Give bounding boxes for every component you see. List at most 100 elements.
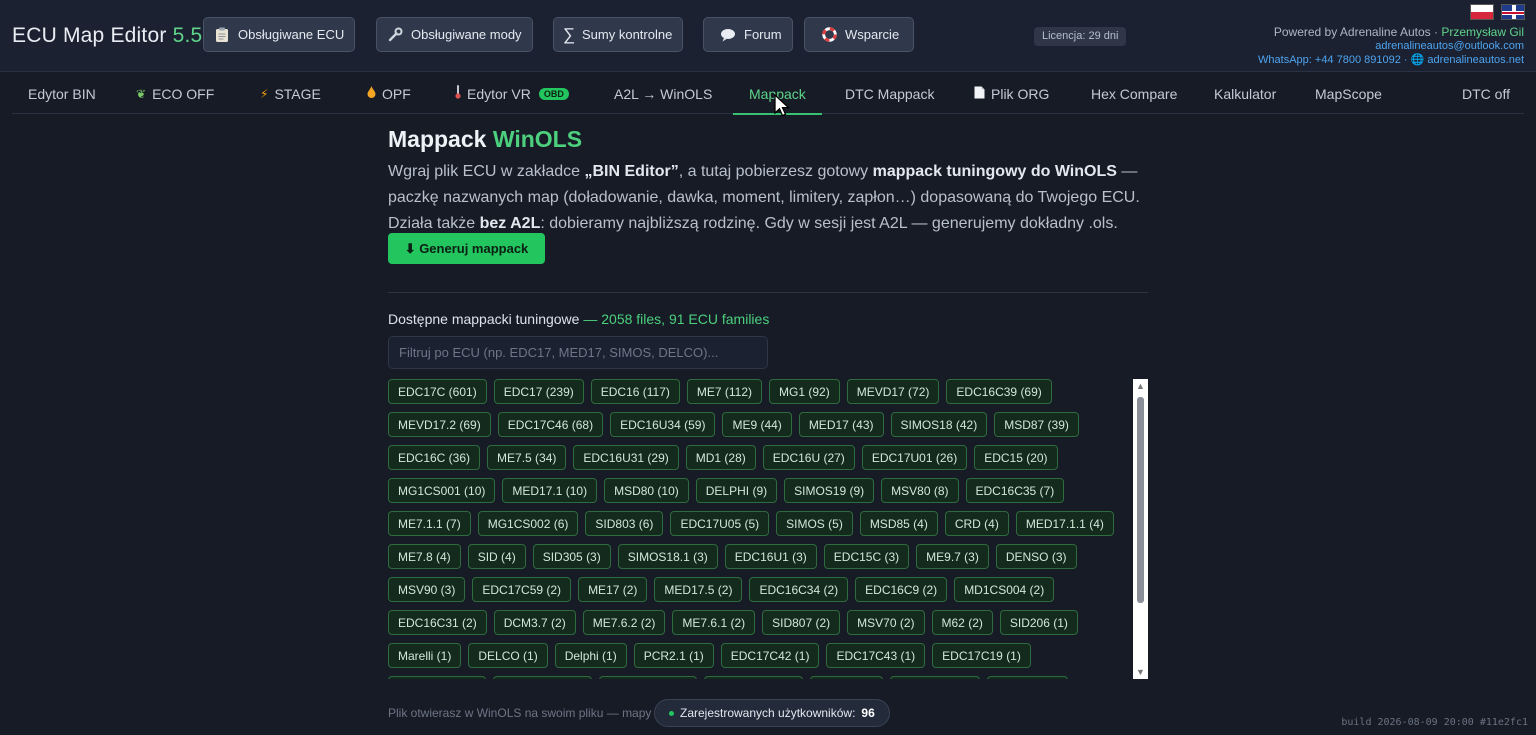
ecu-chip[interactable]: MSD85 (4) bbox=[859, 511, 938, 536]
ecu-chip[interactable]: EDC17C49 (1) bbox=[598, 676, 698, 679]
ecu-chip[interactable]: MG1CS002 (6) bbox=[477, 511, 579, 536]
ecu-chip[interactable]: DCM3.7 (2) bbox=[493, 610, 576, 635]
polish-flag-icon[interactable] bbox=[1470, 4, 1494, 20]
ecu-chip[interactable]: EDC15 (20) bbox=[974, 445, 1058, 470]
email-link[interactable]: adrenalineautos@outlook.com bbox=[1258, 39, 1524, 53]
tab-edytor-vr[interactable]: Edytor VR OBD bbox=[455, 73, 569, 114]
ecu-chip[interactable]: Marelli (1) bbox=[388, 643, 462, 668]
ecu-chip[interactable]: EDC16 (117) bbox=[590, 379, 680, 404]
ecu-chip[interactable]: CRD (4) bbox=[944, 511, 1009, 536]
ecu-chip[interactable]: MED17 (43) bbox=[798, 412, 884, 437]
support-button[interactable]: Wsparcie bbox=[804, 17, 915, 52]
tab-edytor-bin[interactable]: Edytor BIN bbox=[28, 73, 96, 114]
ecu-chip[interactable]: EDC17C59 (2) bbox=[472, 577, 572, 602]
ecu-chip[interactable]: MSV70 (2) bbox=[847, 610, 925, 635]
forum-button[interactable]: Forum bbox=[703, 17, 793, 52]
tab-dtc-off[interactable]: DTC off bbox=[1462, 73, 1510, 114]
ecu-chip[interactable]: EDC16C34 (2) bbox=[749, 577, 849, 602]
ecu-chip[interactable]: ME7.1.1 (7) bbox=[388, 511, 471, 536]
ecu-chip[interactable]: ME7.5 (34) bbox=[487, 445, 567, 470]
ecu-chip[interactable]: ME7.8 (4) bbox=[388, 544, 461, 569]
uk-flag-icon[interactable] bbox=[1501, 4, 1525, 20]
ecu-chip[interactable]: ME9.7 (3) bbox=[916, 544, 989, 569]
ecu-chip[interactable]: MEVD17.2 (69) bbox=[388, 412, 491, 437]
ecu-chip[interactable]: MSV90 (3) bbox=[388, 577, 466, 602]
supported-ecu-button[interactable]: Obsługiwane ECU bbox=[203, 17, 356, 52]
ecu-chip[interactable]: SIMOS18 (42) bbox=[890, 412, 988, 437]
ecu-chip[interactable]: SID807 (2) bbox=[762, 610, 841, 635]
ecu-chip[interactable]: MG1CS001 (10) bbox=[388, 478, 496, 503]
ecu-chip[interactable]: EDC17 (239) bbox=[493, 379, 584, 404]
ecu-chip[interactable]: DELCO (1) bbox=[468, 643, 548, 668]
ecu-chip[interactable]: ME17 (2) bbox=[578, 577, 648, 602]
contact-links[interactable]: WhatsApp: +44 7800 891092 · 🌐 adrenaline… bbox=[1258, 53, 1524, 67]
ecu-chip[interactable]: MED17.5 (2) bbox=[654, 577, 743, 602]
ecu-chip[interactable]: MG1 (92) bbox=[769, 379, 840, 404]
ecu-chip[interactable]: MSD87 (39) bbox=[994, 412, 1079, 437]
tab-a2l-winols[interactable]: A2L → WinOLS bbox=[614, 73, 712, 114]
ecu-chip[interactable]: EDC16C35 (7) bbox=[965, 478, 1065, 503]
tab-stage[interactable]: ⚡ STAGE bbox=[260, 73, 321, 114]
ecu-chip[interactable]: EDC17C19 (1) bbox=[932, 643, 1031, 668]
ecu-chip[interactable]: ME7 (112) bbox=[686, 379, 763, 404]
tab-dtc-mappack[interactable]: DTC Mappack bbox=[845, 73, 934, 114]
tab-plik-org[interactable]: Plik ORG bbox=[974, 73, 1049, 114]
ecu-chip[interactable]: EDC17C42 (1) bbox=[720, 643, 820, 668]
scroll-down-arrow-icon[interactable]: ▼ bbox=[1136, 667, 1145, 677]
ecu-chip[interactable]: SID206 (1) bbox=[999, 610, 1078, 635]
ecu-chip[interactable]: MED17.1.1 (4) bbox=[1015, 511, 1114, 536]
ecu-chip[interactable]: EDC17C46 (68) bbox=[497, 412, 604, 437]
ecu-chip[interactable]: MSD80 (10) bbox=[604, 478, 689, 503]
checksums-button[interactable]: ∑ Sumy kontrolne bbox=[553, 17, 684, 52]
ecu-chip[interactable]: EDC17C69 (1) bbox=[493, 676, 592, 679]
ecu-chip[interactable]: MD1CS004 (2) bbox=[954, 577, 1055, 602]
tab-eco-off[interactable]: ❦ ECO OFF bbox=[136, 73, 214, 114]
ecu-chip[interactable]: MED9.1 (1) bbox=[986, 676, 1069, 679]
tab-kalkulator[interactable]: Kalkulator bbox=[1214, 73, 1276, 114]
ecu-chip[interactable]: SID (4) bbox=[467, 544, 526, 569]
ecu-chip[interactable]: EDC17U01 (26) bbox=[861, 445, 968, 470]
ecu-chip[interactable]: SIMOS18.1 (3) bbox=[617, 544, 718, 569]
ecu-chip[interactable]: SIMOS (5) bbox=[776, 511, 853, 536]
tab-hex-compare[interactable]: Hex Compare bbox=[1091, 73, 1177, 114]
ecu-chip[interactable]: ME7.6.2 (2) bbox=[582, 610, 666, 635]
ecu-chip[interactable]: EDC17C50 (1) bbox=[704, 676, 804, 679]
ecu-chip[interactable]: PCR2.1 (1) bbox=[633, 643, 714, 668]
scrollbar-thumb[interactable] bbox=[1137, 397, 1144, 603]
ecu-chip[interactable]: MEVD17 (72) bbox=[846, 379, 940, 404]
supported-mods-button[interactable]: Obsługiwane mody bbox=[376, 17, 533, 52]
chip-list-scrollbar[interactable]: ▲ ▼ bbox=[1133, 379, 1148, 679]
ecu-chip[interactable]: ME7.1 (1) bbox=[810, 676, 883, 679]
ecu-chip[interactable]: DELPHI (9) bbox=[695, 478, 778, 503]
ecu-chip[interactable]: EDC16C (36) bbox=[388, 445, 481, 470]
ecu-chip[interactable]: SID803 (6) bbox=[585, 511, 664, 536]
ecu-chip[interactable]: MED17.1 (10) bbox=[502, 478, 598, 503]
ecu-chip[interactable]: EDC16U (27) bbox=[762, 445, 855, 470]
ecu-chip[interactable]: EDC16U34 (59) bbox=[610, 412, 716, 437]
ecu-chip[interactable]: EDC16C31 (2) bbox=[388, 610, 487, 635]
ecu-chip[interactable]: EDC16C39 (69) bbox=[946, 379, 1052, 404]
tab-mapscope[interactable]: MapScope bbox=[1315, 73, 1382, 114]
ecu-chip[interactable]: EDC16U31 (29) bbox=[573, 445, 679, 470]
ecu-chip[interactable]: MED17.3.1 (1) bbox=[388, 676, 487, 679]
tab-opf[interactable]: OPF bbox=[367, 73, 411, 114]
generate-mappack-button[interactable]: ⬇ Generuj mappack bbox=[388, 233, 545, 264]
ecu-chip[interactable]: ME9 (44) bbox=[722, 412, 792, 437]
ecu-chip[interactable]: MSV80 (8) bbox=[881, 478, 959, 503]
ecu-chip[interactable]: SID305 (3) bbox=[532, 544, 611, 569]
ecu-chip[interactable]: EDC16U1 (3) bbox=[724, 544, 817, 569]
ecu-chip[interactable]: EDC17U05 (5) bbox=[670, 511, 770, 536]
ecu-chip[interactable]: EDC1746 (1) bbox=[889, 676, 980, 679]
ecu-chip[interactable]: EDC17C (601) bbox=[388, 379, 487, 404]
ecu-chip[interactable]: SIMOS19 (9) bbox=[784, 478, 875, 503]
ecu-filter-input[interactable] bbox=[388, 336, 768, 369]
ecu-chip[interactable]: Delphi (1) bbox=[554, 643, 627, 668]
ecu-chip[interactable]: EDC17C43 (1) bbox=[826, 643, 926, 668]
scroll-up-arrow-icon[interactable]: ▲ bbox=[1136, 381, 1145, 391]
ecu-chip[interactable]: EDC16C9 (2) bbox=[855, 577, 948, 602]
ecu-chip[interactable]: EDC15C (3) bbox=[823, 544, 910, 569]
ecu-chip[interactable]: DENSO (3) bbox=[995, 544, 1077, 569]
ecu-chip[interactable]: ME7.6.1 (2) bbox=[672, 610, 756, 635]
ecu-chip[interactable]: MD1 (28) bbox=[685, 445, 756, 470]
ecu-chip[interactable]: M62 (2) bbox=[931, 610, 993, 635]
